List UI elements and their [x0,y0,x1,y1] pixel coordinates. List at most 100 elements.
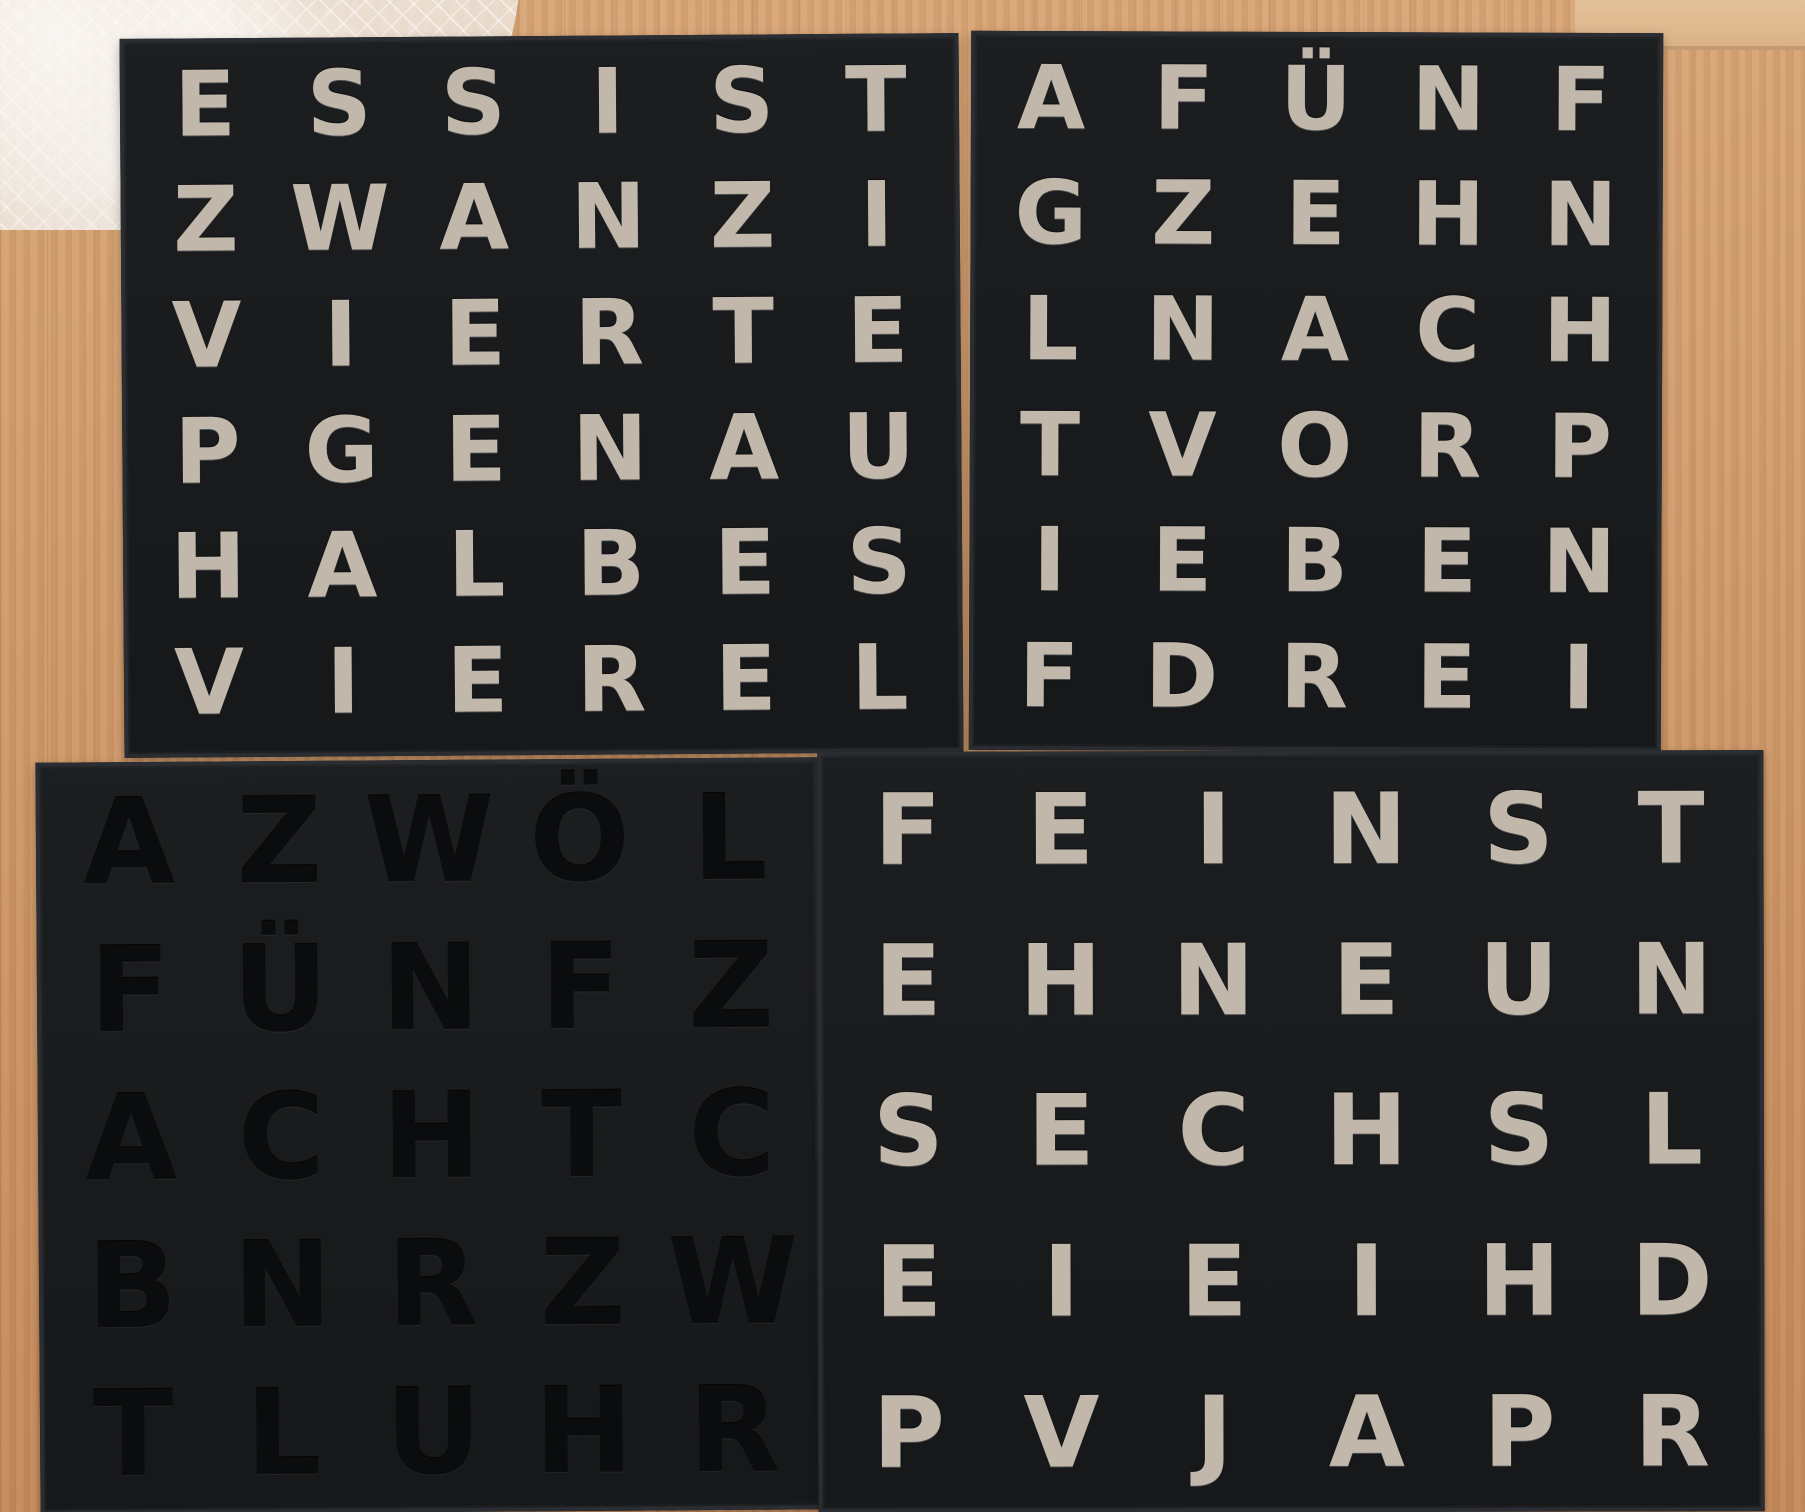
top-right-letter-panel: A F Ü N F G Z E H N L N A C H T V O R P … [968,30,1664,753]
letter-cell: P [1547,394,1613,498]
letter-cell: S [1483,772,1555,887]
letter-cell: R [1279,625,1349,729]
letter-cell: T [540,1065,623,1205]
letter-cell: N [1172,923,1255,1039]
top-left-letter-panel: E S S I S T Z W A N Z I V I E R T E P G … [119,33,964,758]
letter-cell: N [232,1215,333,1355]
letter-cell: Z [235,771,323,911]
letter-cell: Z [172,167,239,274]
letter-cell: I [590,49,625,155]
letter-cell: T [1019,392,1081,496]
letter-cell: S [846,509,913,616]
letter-cell: E [1332,923,1400,1038]
letter-cell: S [872,1075,944,1190]
letter-cell: H [1411,162,1486,267]
letter-cell: A [708,395,780,501]
letter-cell: R [576,627,647,733]
letter-cell: F [1550,47,1612,151]
letter-cell: B [576,511,646,618]
letter-cell: I [859,163,894,269]
letter-cell: I [1042,1225,1080,1340]
letter-cell: E [173,51,237,158]
letter-cell: L [691,768,768,908]
letter-cell: V [171,283,242,389]
letter-cell: H [1019,924,1102,1039]
letter-cell: F [874,773,942,889]
letter-cell: A [1328,1375,1405,1490]
letter-cell: N [1542,510,1617,614]
letter-cell: S [440,50,507,156]
letter-cell: N [1543,163,1618,267]
letter-cell: I [1348,1224,1386,1339]
letter-cell: B [86,1216,178,1356]
letter-cell: N [571,396,648,503]
letter-cell: Ü [1280,46,1353,150]
bottom-left-letter-panel: A Z W Ö L F Ü N F Z A C H T C B N R Z W … [35,757,824,1512]
letter-cell: L [1640,1073,1704,1188]
letter-cell: H [381,1066,482,1206]
letter-cell: U [1478,923,1559,1038]
letter-cell: S [708,48,775,154]
letter-cell: A [307,513,378,620]
letter-cell: W [667,1212,799,1352]
letter-cell: A [1280,278,1350,382]
letter-cell: F [539,917,622,1057]
letter-cell: R [386,1214,479,1354]
letter-cell: U [841,394,916,501]
letter-cell: H [533,1361,634,1501]
letter-cell: E [1416,509,1478,614]
letter-cell: E [875,1225,943,1340]
letter-cell: I [323,282,358,388]
letter-cell: P [1483,1375,1556,1490]
letter-cell: R [688,1360,780,1500]
letter-cell: A [82,772,176,912]
letter-cell: C [237,1067,326,1207]
letter-cell: E [846,278,909,385]
letter-cell: P [872,1376,945,1491]
letter-cell: E [446,628,509,734]
letter-cell: D [1631,1224,1714,1339]
photo-scene: E S S I S T Z W A N Z I V I E R T E P G … [0,0,1805,1512]
letter-cell: Z [687,916,775,1056]
letter-cell: E [444,397,507,503]
letter-cell: L [447,512,506,619]
letter-cell: E [714,626,777,732]
letter-cell: E [1151,508,1213,613]
letter-cell: C [1177,1074,1250,1189]
letter-cell: B [1280,509,1349,613]
letter-cell: H [1478,1224,1561,1339]
letter-cell: E [1285,162,1346,266]
letter-cell: N [1411,47,1486,151]
letter-cell: H [1325,1074,1408,1189]
letter-cell: A [438,165,510,272]
letter-cell: N [570,164,647,271]
letter-cell: G [1014,161,1088,265]
letter-cell: I [1194,773,1232,888]
letter-cell: N [1630,923,1713,1038]
bottom-right-letter-panel: F E I N S T E H N E U N S E C H S L E I … [817,750,1765,1512]
letter-cell: J [1195,1375,1233,1490]
letter-cell: V [1023,1376,1100,1491]
letter-cell: H [1542,278,1618,383]
letter-cell: L [850,625,909,731]
letter-cell: S [1483,1074,1555,1189]
letter-cell: L [245,1363,322,1503]
letter-cell: E [1026,773,1095,888]
letter-cell: T [844,47,907,153]
letter-cell: W [289,166,391,273]
letter-cell: A [84,1068,178,1208]
letter-cell: E [443,281,507,387]
letter-cell: U [385,1362,482,1502]
letter-cell: I [1033,508,1067,612]
letter-cell: C [688,1064,776,1204]
letter-cell: V [1148,393,1217,497]
letter-cell: Z [539,1213,626,1353]
letter-cell: N [380,918,481,1058]
letter-cell: N [1324,773,1407,888]
letter-cell: L [1022,277,1079,381]
letter-cell: Z [1151,161,1216,266]
letter-cell: R [1413,394,1482,498]
letter-cell: T [1637,772,1705,887]
letter-cell: F [1018,624,1080,728]
letter-cell: H [170,514,247,621]
